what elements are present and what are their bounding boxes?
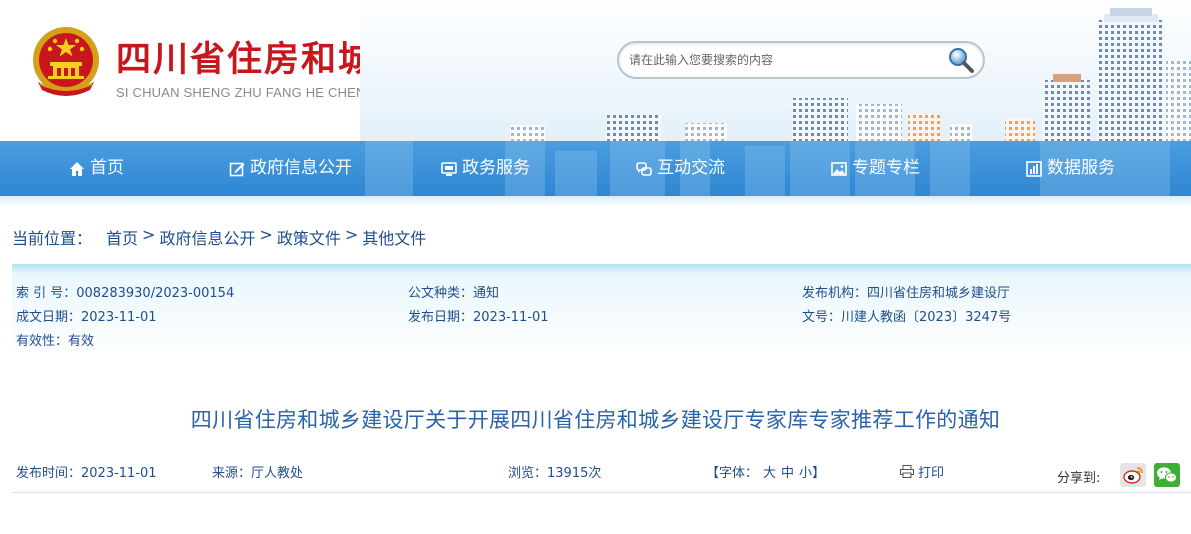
info-published-date: 发布日期：2023-11-01: [408, 306, 549, 325]
search-icon[interactable]: [947, 46, 975, 74]
info-value: 2023-11-01: [473, 310, 549, 325]
font-size-label: 【字体：: [706, 466, 759, 481]
info-key: 发布日期：: [408, 310, 474, 325]
meta-key: 来源：: [212, 466, 252, 481]
nav-bottom-strip: [0, 196, 1191, 206]
info-validity: 有效性：有效: [16, 330, 94, 349]
info-value: 008283930/2023-00154: [76, 286, 235, 301]
nav-item-interaction[interactable]: 互动交流: [636, 141, 725, 196]
home-icon: [70, 161, 84, 176]
site-header: 四川省住房和城乡建设厅 SI CHUAN SHENG ZHU FANG HE C…: [0, 0, 1191, 141]
meta-value: 13915次: [547, 466, 602, 481]
breadcrumb-separator: >: [259, 225, 273, 244]
info-value: 有效: [68, 334, 95, 349]
meta-value: 2023-11-01: [81, 466, 157, 481]
nav-item-label: 首页: [90, 158, 124, 178]
info-doc-type: 公文种类：通知: [408, 282, 499, 301]
nav-item-label: 政务服务: [462, 158, 530, 178]
font-size-bracket-end: 】: [812, 466, 826, 481]
edit-icon: [229, 162, 245, 176]
meta-key: 浏览：: [508, 466, 548, 481]
share-label: 分享到:: [1057, 471, 1101, 486]
font-size-controls: 【字体： 大中小】: [706, 462, 825, 481]
nav-item-label: 政府信息公开: [250, 158, 352, 178]
info-index: 索 引 号：008283930/2023-00154: [16, 282, 234, 301]
breadcrumb-link-other[interactable]: 其他文件: [362, 225, 426, 249]
font-size-large-link[interactable]: 大: [763, 466, 776, 481]
meta-value: 厅人教处: [251, 466, 304, 481]
info-value: 川建人教函〔2023〕3247号: [841, 310, 1012, 325]
font-size-small-link[interactable]: 小: [799, 466, 812, 481]
document-info-panel: 索 引 号：008283930/2023-00154 公文种类：通知 发布机构：…: [12, 264, 1191, 355]
meta-divider: [12, 492, 1191, 493]
font-size-medium-link[interactable]: 中: [781, 466, 794, 481]
info-key: 有效性：: [16, 334, 69, 349]
breadcrumb-link-policy[interactable]: 政策文件: [277, 225, 341, 249]
search-input[interactable]: [629, 51, 939, 69]
nav-item-label: 互动交流: [657, 158, 725, 178]
breadcrumb-link-gov-info[interactable]: 政府信息公开: [159, 225, 255, 249]
main-nav: 首页 政府信息公开 政务服务 互动交流 专题专栏 数据服务: [0, 141, 1191, 196]
breadcrumb-separator: >: [142, 225, 156, 244]
meta-source: 来源：厅人教处: [212, 462, 303, 481]
nav-item-topics[interactable]: 专题专栏: [831, 141, 920, 196]
info-value: 四川省住房和城乡建设厅: [867, 286, 1011, 301]
info-key: 发布机构：: [802, 286, 868, 301]
info-value: 通知: [473, 286, 500, 301]
nav-item-services[interactable]: 政务服务: [441, 141, 530, 196]
weibo-icon[interactable]: [1120, 463, 1146, 487]
image-icon: [831, 161, 847, 176]
chat-icon: [636, 161, 652, 176]
wechat-icon[interactable]: [1154, 463, 1180, 487]
nav-item-gov-info[interactable]: 政府信息公开: [229, 141, 352, 196]
monitor-icon: [441, 161, 457, 176]
nav-item-label: 数据服务: [1047, 158, 1115, 178]
info-key: 成文日期：: [16, 310, 82, 325]
info-issuer: 发布机构：四川省住房和城乡建设厅: [802, 282, 1010, 301]
printer-icon: [900, 465, 914, 478]
nav-skyline-decoration: [365, 141, 1170, 196]
print-button[interactable]: 打印: [900, 462, 944, 481]
search-box: [617, 41, 985, 79]
nav-item-data[interactable]: 数据服务: [1026, 141, 1115, 196]
info-key: 索 引 号：: [16, 286, 77, 301]
nav-item-label: 专题专栏: [852, 158, 920, 178]
print-label: 打印: [918, 466, 945, 481]
info-key: 公文种类：: [408, 286, 474, 301]
breadcrumb-separator: >: [344, 225, 359, 244]
info-key: 文号：: [802, 310, 842, 325]
meta-key: 发布时间：: [16, 466, 82, 481]
nav-item-home[interactable]: 首页: [69, 141, 124, 196]
chart-icon: [1026, 160, 1042, 177]
info-doc-number: 文号：川建人教函〔2023〕3247号: [802, 306, 1011, 325]
breadcrumb-link-home[interactable]: 首页: [106, 225, 138, 249]
article-title: 四川省住房和城乡建设厅关于开展四川省住房和城乡建设厅专家库专家推荐工作的通知: [190, 408, 1001, 432]
info-value: 2023-11-01: [81, 310, 157, 325]
breadcrumb: 当前位置： 首页 > 政府信息公开 > 政策文件 > 其他文件: [12, 225, 426, 249]
national-emblem-icon: [33, 27, 99, 96]
info-created-date: 成文日期：2023-11-01: [16, 306, 157, 325]
meta-publish-time: 发布时间：2023-11-01: [16, 462, 157, 481]
breadcrumb-label: 当前位置：: [12, 229, 93, 248]
meta-views: 浏览：13915次: [508, 462, 601, 481]
